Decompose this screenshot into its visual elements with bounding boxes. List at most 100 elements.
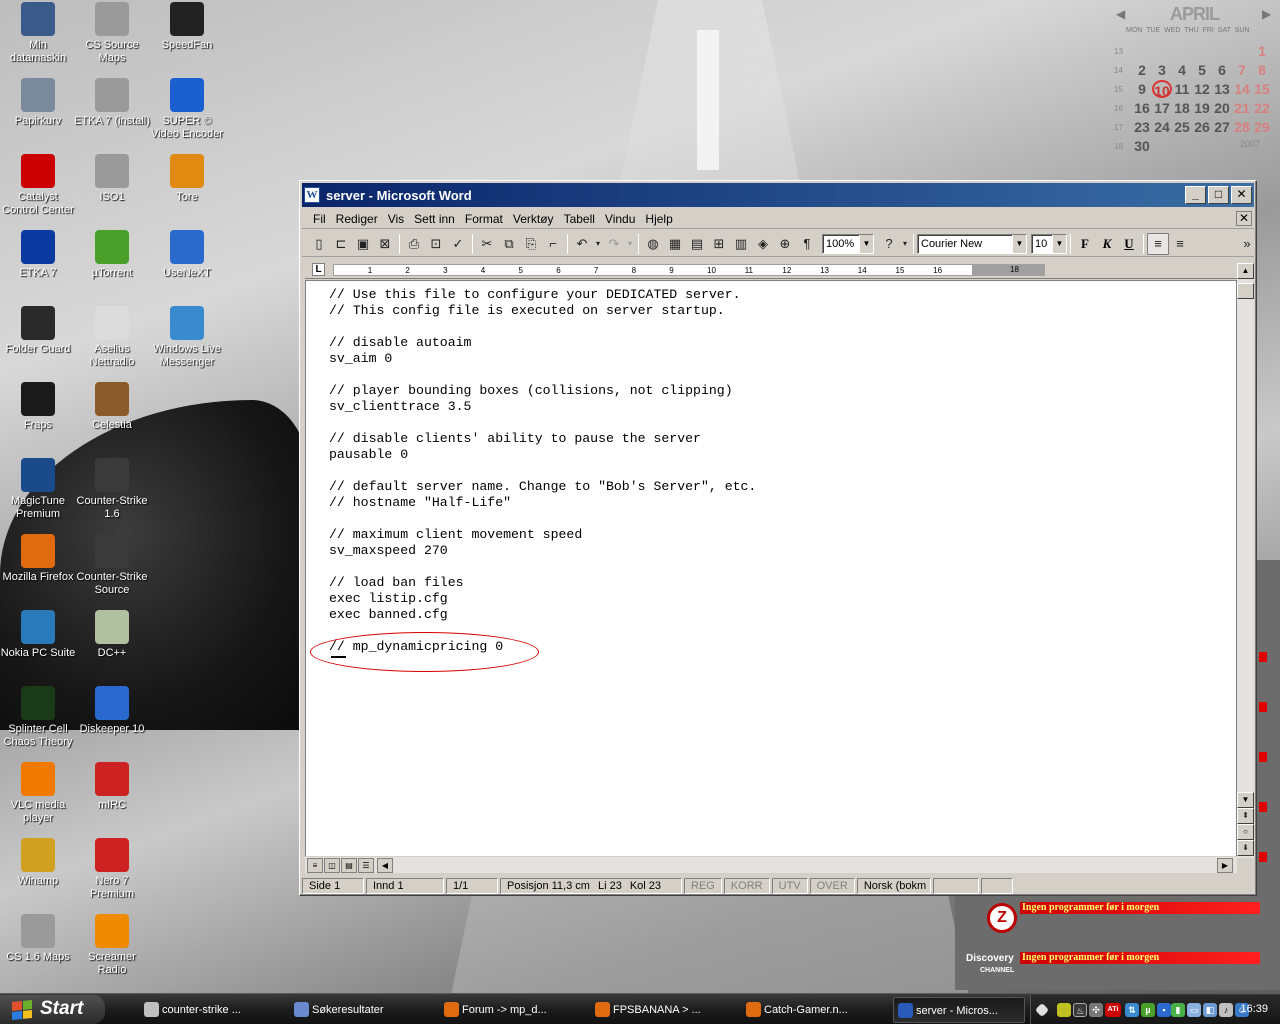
document-line[interactable] — [329, 367, 756, 383]
desktop-icon[interactable]: Tore — [149, 154, 225, 204]
document-map-icon[interactable]: ⊕ — [774, 233, 796, 255]
print-preview-icon[interactable]: ⊡ — [425, 233, 447, 255]
tray-ati-icon[interactable]: ATi — [1105, 1003, 1121, 1017]
calendar-next-icon[interactable]: ▶ — [1262, 7, 1271, 21]
calendar-day[interactable]: 19 — [1192, 99, 1212, 117]
tray-network-icon[interactable]: ⇅ — [1125, 1003, 1139, 1017]
calendar-day[interactable]: 12 — [1192, 80, 1212, 98]
tray-fan-icon[interactable]: ✣ — [1089, 1003, 1103, 1017]
normal-view-icon[interactable]: ≡ — [307, 858, 323, 873]
document-line[interactable]: // disable clients' ability to pause the… — [329, 431, 756, 447]
desktop-icon[interactable]: ETKA 7 — [0, 230, 76, 280]
open-icon[interactable]: ⊏ — [330, 233, 352, 255]
align-center-icon[interactable]: ≡ — [1169, 233, 1191, 255]
calendar-day[interactable]: 21 — [1232, 99, 1252, 117]
document-line[interactable]: // This config file is executed on serve… — [329, 303, 756, 319]
desktop-icon[interactable]: Celestia — [74, 382, 150, 432]
menu-item[interactable]: Format — [460, 212, 508, 226]
calendar-day[interactable] — [1232, 42, 1252, 60]
calendar-day[interactable]: 24 — [1152, 118, 1172, 136]
desktop-icon[interactable]: SpeedFan — [149, 2, 225, 52]
drawing-icon[interactable]: ◈ — [752, 233, 774, 255]
calendar-day[interactable]: 18 — [1172, 99, 1192, 117]
document-line[interactable]: sv_aim 0 — [329, 351, 756, 367]
desktop-icon[interactable]: Splinter Cell Chaos Theory — [0, 686, 76, 749]
calendar-day[interactable]: 22 — [1252, 99, 1272, 117]
desktop-icon[interactable]: Min datamaskin — [0, 2, 76, 65]
vertical-scrollbar[interactable]: ▲ ▼ ⇞ ○ ⇟ — [1237, 263, 1254, 858]
tray-utorrent-icon[interactable]: µ — [1141, 1003, 1155, 1017]
calendar-day[interactable] — [1172, 42, 1192, 60]
spelling-icon[interactable]: ✓ — [447, 233, 469, 255]
document-text[interactable]: // Use this file to configure your DEDIC… — [329, 287, 756, 655]
desktop-icon[interactable]: Fraps — [0, 382, 76, 432]
calendar-day[interactable]: 3 — [1152, 61, 1172, 79]
permission-icon[interactable]: ⊠ — [374, 233, 396, 255]
status-ext[interactable]: UTV — [771, 878, 808, 894]
desktop-icon[interactable]: Winamp — [0, 838, 76, 888]
calendar-day[interactable]: 5 — [1192, 61, 1212, 79]
window-titlebar[interactable]: W server - Microsoft Word _ □ ✕ — [302, 183, 1254, 207]
desktop-icon[interactable]: µTorrent — [74, 230, 150, 280]
menu-item[interactable]: Fil — [308, 212, 331, 226]
discovery-ticker[interactable]: Ingen programmer før i morgen — [1020, 952, 1260, 964]
document-line[interactable]: // default server name. Change to "Bob's… — [329, 479, 756, 495]
status-ovr[interactable]: OVER — [809, 878, 855, 894]
previous-page-icon[interactable]: ⇞ — [1237, 808, 1254, 824]
select-browse-object-icon[interactable]: ○ — [1237, 824, 1254, 840]
document-line[interactable]: // Use this file to configure your DEDIC… — [329, 287, 756, 303]
document-line[interactable]: pausable 0 — [329, 447, 756, 463]
help-dropdown-icon[interactable]: ▾ — [900, 233, 910, 255]
desktop-icon[interactable]: Catalyst Control Center — [0, 154, 76, 217]
font-select[interactable]: Courier New ▼ — [917, 233, 1027, 254]
calendar-day[interactable]: 2 — [1132, 61, 1152, 79]
calendar-day[interactable]: 9 — [1132, 80, 1152, 98]
scroll-right-icon[interactable]: ▶ — [1217, 858, 1233, 873]
close-button[interactable]: ✕ — [1231, 186, 1252, 204]
document-line[interactable] — [329, 319, 756, 335]
next-page-icon[interactable]: ⇟ — [1237, 840, 1254, 856]
align-left-icon[interactable]: ≡ — [1147, 232, 1169, 255]
tray-monitor-icon[interactable]: ▭ — [1187, 1003, 1201, 1017]
word-app-icon[interactable]: W — [304, 187, 320, 203]
bold-button[interactable]: F — [1074, 233, 1096, 255]
horizontal-scrollbar[interactable]: ≡ ◫ ▤ ☰ ◀ ▶ — [305, 856, 1237, 873]
tray-disk-icon[interactable] — [1057, 1003, 1071, 1017]
scroll-down-icon[interactable]: ▼ — [1237, 792, 1254, 808]
calendar-day[interactable] — [1152, 137, 1172, 155]
scroll-thumb[interactable] — [1237, 283, 1254, 299]
tab-stop-icon[interactable]: L — [312, 263, 325, 276]
tables-borders-icon[interactable]: ▦ — [664, 233, 686, 255]
document-line[interactable]: sv_maxspeed 270 — [329, 543, 756, 559]
desktop-icon[interactable]: Folder Guard — [0, 306, 76, 356]
minimize-button[interactable]: _ — [1185, 186, 1206, 204]
outline-view-icon[interactable]: ☰ — [358, 858, 374, 873]
new-document-icon[interactable]: ▯ — [308, 233, 330, 255]
format-painter-icon[interactable]: ⌐ — [542, 233, 564, 255]
desktop-icon[interactable]: SUPER © Video Encoder — [149, 78, 225, 141]
document-line[interactable]: // disable autoaim — [329, 335, 756, 351]
document-line[interactable]: // hostname "Half-Life" — [329, 495, 756, 511]
hyperlink-icon[interactable]: ◍ — [642, 233, 664, 255]
show-hide-icon[interactable]: ¶ — [796, 233, 818, 255]
desktop-icon[interactable]: ISO1 — [74, 154, 150, 204]
calendar-day[interactable] — [1192, 42, 1212, 60]
font-size-select[interactable]: 10 ▼ — [1031, 233, 1067, 254]
save-icon[interactable]: ▣ — [352, 233, 374, 255]
taskbar-button[interactable]: Søkeresultater — [290, 997, 422, 1023]
insert-table-icon[interactable]: ▤ — [686, 233, 708, 255]
zonealarm-logo-icon[interactable]: Z — [987, 903, 1017, 933]
tray-steam-icon[interactable]: ♨ — [1073, 1003, 1087, 1017]
calendar-day[interactable]: 17 — [1152, 99, 1172, 117]
document-area[interactable]: // Use this file to configure your DEDIC… — [305, 280, 1237, 858]
clock[interactable]: 16:39 — [1240, 995, 1268, 1024]
copy-icon[interactable]: ⧉ — [498, 233, 520, 255]
document-line[interactable]: exec listip.cfg — [329, 591, 756, 607]
desktop-icon[interactable]: Diskeeper 10 — [74, 686, 150, 736]
redo-dropdown-icon[interactable]: ▾ — [625, 233, 635, 255]
status-rec[interactable]: REG — [684, 878, 722, 894]
calendar-day[interactable]: 26 — [1192, 118, 1212, 136]
ruler-track[interactable]: 1 2 3 4 5 6 7 8 9 10 11 12 13 14 15 16 — [333, 264, 973, 276]
document-line[interactable] — [329, 415, 756, 431]
taskbar-button[interactable]: FPSBANANA > ... — [591, 997, 723, 1023]
